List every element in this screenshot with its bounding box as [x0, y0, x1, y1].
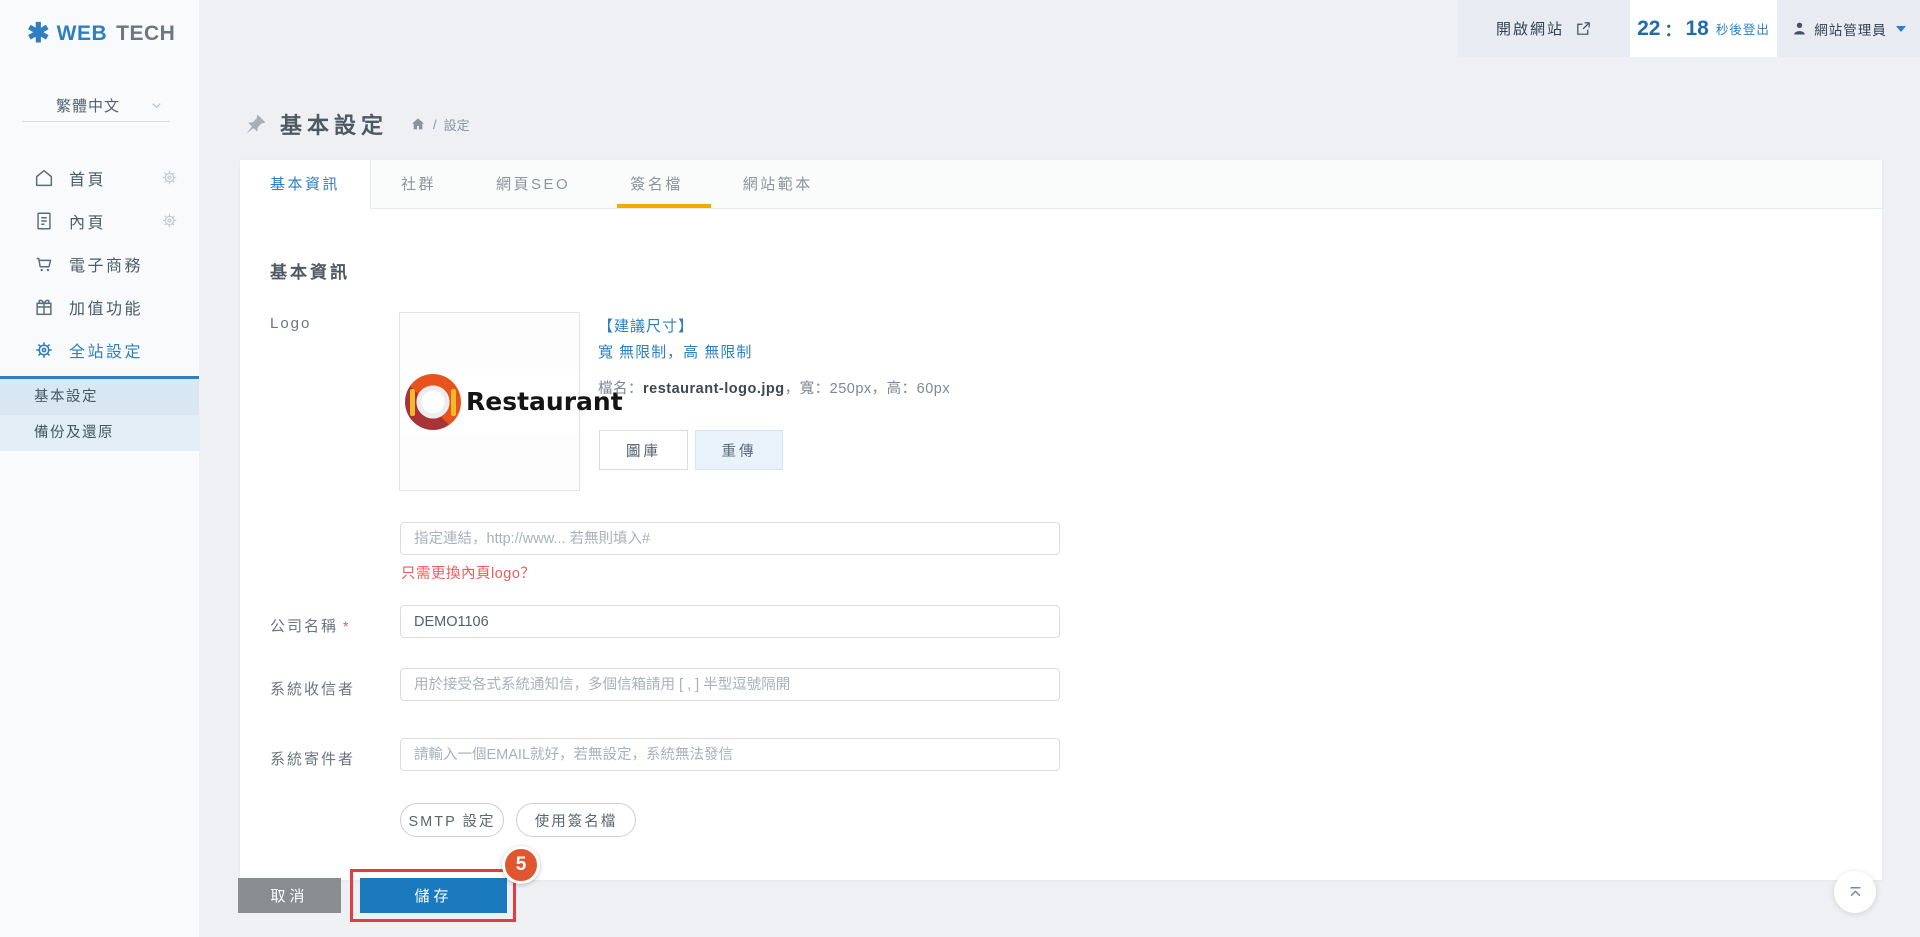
logo-image: Restaurant [400, 371, 579, 433]
suggested-size-title: 【建議尺寸】 [598, 315, 694, 336]
pushpin-icon [244, 112, 268, 136]
page-head: 基本設定 / 設定 [244, 108, 470, 140]
timer-separator: ： [1664, 16, 1681, 41]
logo-preview-box: Restaurant [399, 312, 580, 491]
timer-minutes: 22 [1637, 17, 1660, 41]
cart-icon [33, 253, 55, 275]
system-receiver-input[interactable] [400, 668, 1060, 701]
tab-label: 網站範本 [743, 176, 813, 193]
annotation-step-badge: 5 [502, 846, 540, 884]
timer-suffix-label: 秒後登出 [1716, 19, 1770, 38]
brand-logo: ✱ WEB TECH [27, 20, 175, 47]
tab-strip: 基本資訊 社群 網頁SEO 簽名檔 網站範本 [240, 160, 1882, 209]
tab-label: 基本資訊 [270, 176, 340, 193]
sidebar-item-label: 首頁 [69, 166, 106, 190]
gear-icon[interactable] [160, 168, 179, 187]
sidebar-menu: 首頁 內頁 電子商務 加值功能 [0, 156, 199, 451]
timer-seconds: 18 [1685, 17, 1708, 41]
asterisk-logo-icon: ✱ [27, 20, 50, 47]
sidebar-item-label: 加值功能 [69, 295, 143, 319]
gear-icon[interactable] [160, 211, 179, 230]
system-sender-input[interactable] [400, 738, 1060, 771]
file-label: 檔名： [598, 381, 643, 397]
page-icon [33, 210, 55, 232]
suggested-size-detail: 寬 無限制，高 無限制 [598, 341, 752, 362]
submenu-item-backup-restore[interactable]: 備份及還原 [0, 415, 199, 451]
tab-signature[interactable]: 簽名檔 [600, 160, 713, 208]
user-menu[interactable]: 網站管理員 [1777, 0, 1920, 57]
caret-down-icon [1896, 26, 1906, 32]
use-signature-button[interactable]: 使用簽名檔 [516, 803, 636, 837]
file-name: restaurant-logo.jpg [643, 381, 785, 397]
gift-icon [33, 296, 55, 318]
language-select[interactable]: 繁體中文 [22, 90, 170, 122]
submenu-item-label: 基本設定 [34, 389, 98, 405]
breadcrumb: / 設定 [410, 115, 470, 134]
tab-label: 社群 [401, 176, 436, 193]
reupload-button[interactable]: 重傳 [695, 430, 783, 470]
company-name-label: 公司名稱 * [270, 615, 350, 636]
sidebar-item-label: 內頁 [69, 209, 106, 233]
sidebar-item-label: 電子商務 [69, 252, 143, 276]
sidebar-item-home[interactable]: 首頁 [0, 156, 199, 199]
home-icon [33, 167, 55, 189]
company-name-input[interactable] [400, 605, 1060, 638]
tab-basic-info[interactable]: 基本資訊 [240, 160, 371, 210]
save-button[interactable]: 儲存 [360, 878, 507, 913]
person-icon [1791, 20, 1808, 37]
sidebar-item-site-settings[interactable]: 全站設定 [0, 328, 199, 371]
gear-icon [33, 339, 55, 361]
logo-file-info: 檔名：restaurant-logo.jpg，寬：250px，高：60px [598, 377, 950, 398]
tab-highlight-underline [617, 204, 711, 208]
knife-icon [451, 389, 456, 416]
smtp-settings-button[interactable]: SMTP 設定 [400, 803, 504, 837]
breadcrumb-separator: / [433, 117, 437, 132]
tab-site-template[interactable]: 網站範本 [713, 160, 843, 208]
restaurant-logo-icon [405, 374, 461, 430]
language-select-value: 繁體中文 [56, 95, 120, 116]
chevron-down-icon [149, 98, 164, 113]
tab-label: 網頁SEO [496, 176, 570, 193]
file-meta: ，寬：250px，高：60px [785, 381, 950, 397]
sidebar: ✱ WEB TECH 繁體中文 首頁 內頁 [0, 0, 200, 937]
inner-logo-link[interactable]: 只需更換內頁logo？ [401, 562, 535, 583]
gallery-button[interactable]: 圖庫 [599, 430, 688, 470]
external-link-icon [1575, 20, 1592, 37]
submenu-item-basic-settings[interactable]: 基本設定 [0, 379, 199, 415]
sidebar-item-label: 全站設定 [69, 338, 143, 362]
admin-app: ✱ WEB TECH 繁體中文 首頁 內頁 [0, 0, 1920, 937]
tab-label: 簽名檔 [630, 176, 683, 193]
logo-link-input[interactable] [400, 522, 1060, 555]
logo-field-label: Logo [270, 315, 311, 332]
sidebar-item-addons[interactable]: 加值功能 [0, 285, 199, 328]
section-title: 基本資訊 [270, 258, 350, 283]
chevron-up-top-icon [1846, 883, 1865, 902]
company-name-label-text: 公司名稱 [270, 618, 338, 635]
cancel-button[interactable]: 取消 [238, 878, 341, 913]
home-icon[interactable] [410, 116, 426, 132]
required-asterisk: * [343, 618, 350, 634]
breadcrumb-current: 設定 [444, 115, 470, 134]
system-sender-label: 系統寄件者 [270, 748, 355, 769]
brand-name-primary: WEB [57, 22, 108, 46]
tab-seo[interactable]: 網頁SEO [466, 160, 600, 208]
site-settings-submenu: 基本設定 備份及還原 [0, 376, 199, 451]
system-receiver-label: 系統收信者 [270, 678, 355, 699]
user-name: 網站管理員 [1814, 19, 1887, 39]
scroll-to-top-button[interactable] [1834, 871, 1876, 913]
sidebar-item-ecommerce[interactable]: 電子商務 [0, 242, 199, 285]
brand-name-secondary: TECH [116, 22, 175, 46]
open-website-label: 開啟網站 [1496, 18, 1564, 39]
page-title: 基本設定 [280, 108, 388, 140]
settings-card: 基本資訊 社群 網頁SEO 簽名檔 網站範本 基本資訊 Logo Restaur… [240, 160, 1882, 880]
plate-icon [417, 385, 450, 418]
tab-social[interactable]: 社群 [371, 160, 466, 208]
sidebar-item-inner-pages[interactable]: 內頁 [0, 199, 199, 242]
submenu-item-label: 備份及還原 [34, 425, 114, 441]
session-timer: 22 ： 18 秒後登出 [1630, 0, 1777, 57]
open-website-button[interactable]: 開啟網站 [1458, 0, 1630, 57]
fork-icon [410, 389, 415, 416]
